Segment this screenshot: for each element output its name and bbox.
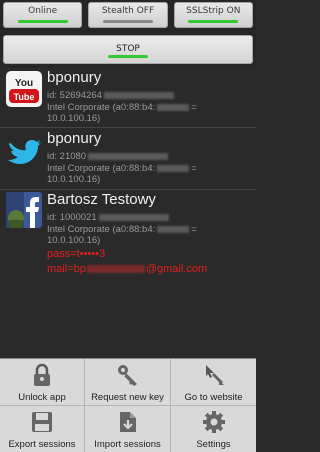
export-sessions-label: Export sessions	[8, 439, 76, 450]
cursor-arrow-icon	[205, 365, 224, 385]
session-item[interactable]: bponury id: 21080 Intel Corporate (a0:88…	[0, 128, 256, 190]
online-toggle[interactable]: Online	[3, 2, 83, 28]
session-list: You Tube bponury id: 52694264 Intel Corp…	[0, 68, 256, 358]
session-id: id: 1000021	[47, 212, 169, 223]
import-sessions-label: Import sessions	[94, 439, 161, 450]
session-ip: 10.0.100.16)	[47, 174, 101, 185]
stop-button[interactable]: STOP	[3, 35, 253, 64]
twitter-icon	[6, 132, 42, 168]
save-icon	[32, 412, 52, 432]
sslstrip-toggle[interactable]: SSLStrip ON	[173, 2, 253, 28]
sslstrip-indicator	[188, 20, 239, 23]
request-new-key-label: Request new key	[91, 392, 164, 403]
session-username: bponury	[47, 130, 102, 147]
lock-icon	[34, 363, 50, 386]
session-email: mail=bp @gmail.com	[47, 263, 208, 275]
online-toggle-label: Online	[28, 6, 58, 16]
session-id: id: 21080	[47, 151, 169, 162]
session-device: Intel Corporate (a0:88:b4: =	[47, 102, 197, 113]
svg-text:Tube: Tube	[14, 92, 35, 102]
session-username: bponury	[47, 69, 102, 86]
session-ip: 10.0.100.16)	[47, 113, 101, 124]
gear-icon	[202, 411, 225, 433]
session-device: Intel Corporate (a0:88:b4: =	[47, 224, 197, 235]
options-menu: Unlock app Request new key Go to website…	[0, 358, 256, 452]
session-id: id: 52694264	[47, 90, 174, 101]
stealth-toggle[interactable]: Stealth OFF	[88, 2, 168, 28]
go-to-website-label: Go to website	[184, 392, 243, 403]
stealth-indicator	[102, 20, 153, 23]
go-to-website-button[interactable]: Go to website	[171, 359, 256, 406]
stop-bar: STOP	[0, 32, 256, 68]
session-password: pass=t•••••3	[47, 248, 106, 260]
import-sessions-button[interactable]: Import sessions	[85, 406, 171, 452]
online-indicator	[17, 20, 68, 23]
key-icon	[117, 365, 137, 386]
stop-button-label: STOP	[116, 44, 140, 54]
facebook-icon	[6, 192, 42, 228]
top-toggle-bar: Online Stealth OFF SSLStrip ON	[0, 0, 256, 32]
unlock-app-label: Unlock app	[18, 392, 66, 403]
session-item[interactable]: You Tube bponury id: 52694264 Intel Corp…	[0, 68, 256, 128]
request-new-key-button[interactable]: Request new key	[85, 359, 171, 406]
stealth-toggle-label: Stealth OFF	[101, 6, 155, 16]
sslstrip-toggle-label: SSLStrip ON	[186, 6, 241, 16]
session-ip: 10.0.100.16)	[47, 235, 101, 246]
unlock-app-button[interactable]: Unlock app	[0, 359, 85, 406]
session-username: Bartosz Testowy	[47, 191, 156, 208]
session-item[interactable]: Bartosz Testowy id: 1000021 Intel Corpor…	[0, 190, 256, 358]
import-icon	[119, 412, 136, 432]
svg-text:You: You	[15, 78, 33, 89]
export-sessions-button[interactable]: Export sessions	[0, 406, 85, 452]
settings-label: Settings	[196, 439, 231, 450]
stop-indicator	[108, 55, 148, 58]
session-device: Intel Corporate (a0:88:b4: =	[47, 163, 197, 174]
youtube-icon: You Tube	[6, 71, 42, 107]
settings-button[interactable]: Settings	[171, 406, 256, 452]
